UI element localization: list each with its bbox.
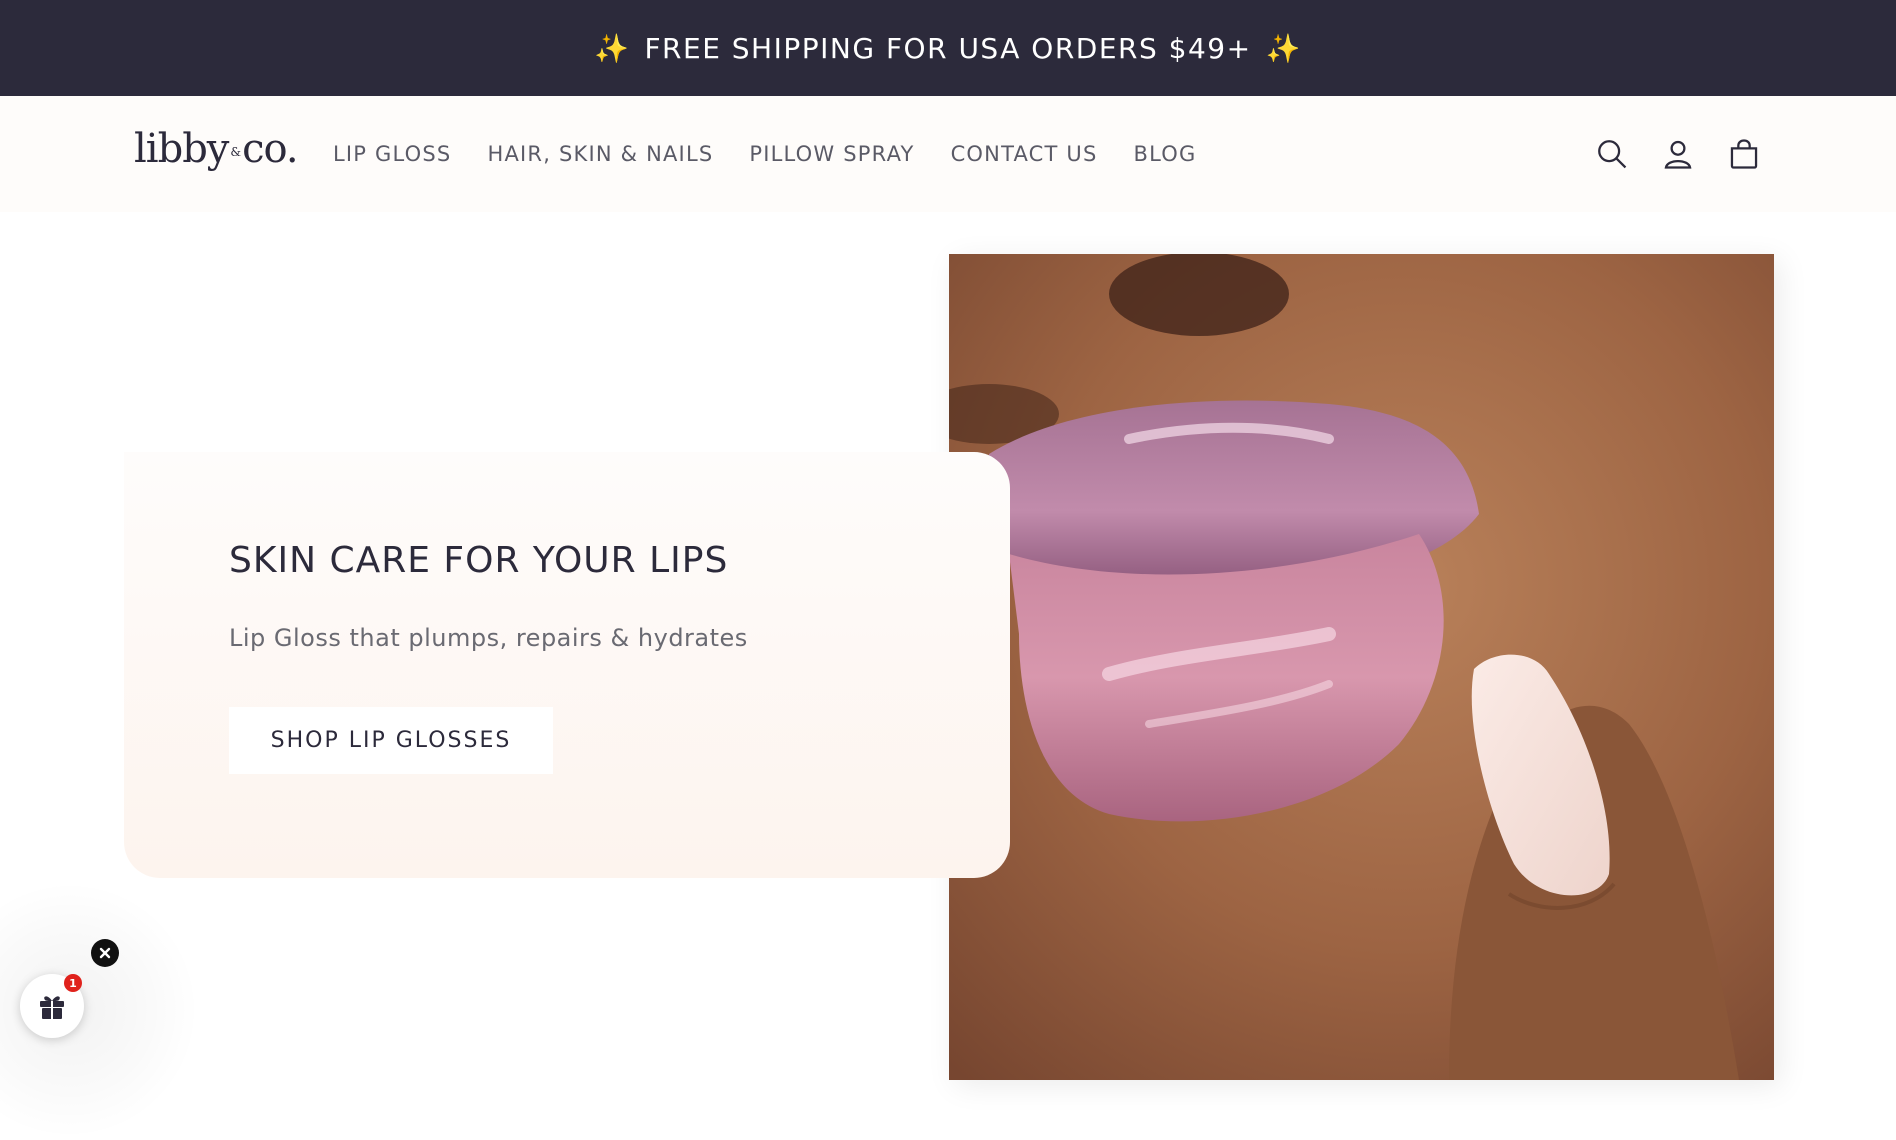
sparkle-icon: ✨ [594,31,631,65]
account-icon[interactable] [1660,136,1696,172]
logo-main: libby [134,126,229,172]
gift-badge: 1 [64,974,82,992]
announcement-bar: ✨ FREE SHIPPING FOR USA ORDERS $49+ ✨ [0,0,1896,96]
nav-item-blog[interactable]: BLOG [1116,142,1215,166]
shop-lip-glosses-button[interactable]: SHOP LIP GLOSSES [229,707,553,774]
site-header: libby &co. LIP GLOSS HAIR, SKIN & NAILS P… [0,96,1896,212]
logo-suffix: co. [242,126,298,172]
nav-item-contact-us[interactable]: CONTACT US [933,142,1116,166]
hero-image [949,254,1774,1080]
nav-item-hair-skin-nails[interactable]: HAIR, SKIN & NAILS [469,142,731,166]
hero-card: SKIN CARE FOR YOUR LIPS Lip Gloss that p… [124,452,1010,878]
hero-subtitle: Lip Gloss that plumps, repairs & hydrate… [229,624,748,652]
nav-item-pillow-spray[interactable]: PILLOW SPRAY [731,142,932,166]
announcement-text: FREE SHIPPING FOR USA ORDERS $49+ [644,31,1252,65]
search-icon[interactable] [1594,136,1630,172]
cart-icon[interactable] [1726,136,1762,172]
logo-amp: & [230,145,241,159]
nav-item-lip-gloss[interactable]: LIP GLOSS [333,142,469,166]
main-nav: LIP GLOSS HAIR, SKIN & NAILS PILLOW SPRA… [333,96,1215,212]
logo[interactable]: libby &co. [134,126,299,172]
sparkle-icon: ✨ [1265,31,1302,65]
close-icon[interactable] [91,939,119,967]
hero-title: SKIN CARE FOR YOUR LIPS [229,540,729,581]
gift-icon [40,996,64,1019]
header-icons [1594,96,1762,212]
